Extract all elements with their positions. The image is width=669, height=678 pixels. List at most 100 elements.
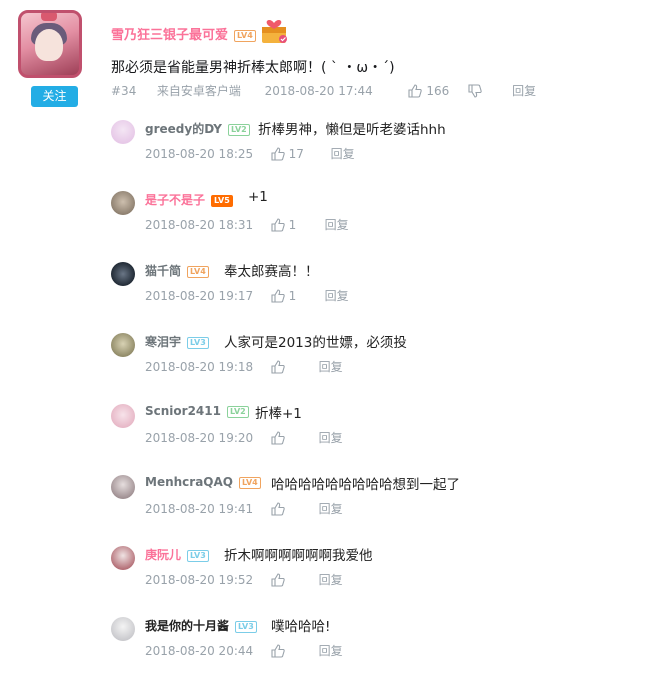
reply-time: 2018-08-20 19:52 — [145, 572, 254, 587]
reply-username-row: 是子不是子 LV5 — [145, 191, 233, 208]
client-source: 来自安卓客户端 — [156, 84, 241, 98]
reply-item: 庚阮儿 LV3 折木啊啊啊啊啊啊我爱他 2018-08-20 19:52 回复 — [111, 546, 651, 606]
reply-username[interactable]: 是子不是子 — [145, 193, 205, 207]
reply-link[interactable]: 回复 — [331, 145, 355, 162]
reply-meta: 2018-08-20 18:25 17 回复 — [145, 145, 355, 162]
reply-meta: 2018-08-20 19:20 回复 — [145, 429, 343, 446]
reply-text: 折棒男神，懒但是听老婆话hhh — [258, 122, 446, 138]
reply-username[interactable]: 寒泪宇 — [145, 335, 181, 349]
reply-avatar[interactable] — [111, 120, 135, 144]
reply-avatar[interactable] — [111, 475, 135, 499]
level-badge: LV3 — [187, 336, 209, 349]
level-badge: LV2 — [226, 405, 249, 418]
reply-text: 人家可是2013的世嫖，必须投 — [224, 335, 407, 351]
reply-username-row: MenhcraQAQ LV4 — [145, 475, 261, 489]
avatar-frame-decoration — [41, 13, 57, 21]
reply-text: 噗哈哈哈! — [271, 619, 331, 635]
reply-text: 奉太郎赛高！！ — [224, 264, 319, 280]
like-count: 1 — [288, 217, 297, 232]
like-button[interactable]: 1 — [271, 288, 321, 303]
level-badge: LV2 — [227, 123, 250, 136]
reply-link[interactable]: 回复 — [319, 500, 343, 517]
gift-icon — [262, 19, 287, 43]
reply-meta: 2018-08-20 19:18 回复 — [145, 358, 343, 375]
reply-item: 猫千简 LV4 奉太郎赛高！！ 2018-08-20 19:17 1 回复 — [111, 262, 651, 322]
level-badge: LV4 — [234, 29, 256, 42]
reply-username[interactable]: 猫千简 — [145, 264, 181, 278]
reply-text: +1 — [248, 189, 268, 205]
level-badge: LV5 — [211, 194, 233, 207]
like-button[interactable] — [271, 643, 315, 658]
reply-item: greedy的DY LV2 折棒男神，懒但是听老婆话hhh 2018-08-20 … — [111, 120, 651, 180]
like-button[interactable] — [271, 501, 315, 516]
reply-link[interactable]: 回复 — [319, 571, 343, 588]
reply-time: 2018-08-20 18:25 — [145, 146, 254, 161]
reply-meta: 2018-08-20 20:44 回复 — [145, 642, 343, 659]
like-button[interactable]: 1 — [271, 217, 321, 232]
reply-text: 折棒+1 — [255, 406, 302, 422]
reply-username-row: 我是你的十月酱 LV3 — [145, 617, 257, 634]
dislike-button[interactable] — [468, 83, 508, 98]
like-button[interactable] — [271, 430, 315, 445]
reply-time: 2018-08-20 19:18 — [145, 359, 254, 374]
main-username[interactable]: 雪乃狂三银子最可爱 — [111, 28, 228, 43]
reply-username-row: 庚阮儿 LV3 — [145, 546, 209, 563]
reply-avatar[interactable] — [111, 262, 135, 286]
thumb-up-icon — [271, 360, 285, 374]
level-badge: LV3 — [235, 620, 257, 633]
reply-username-row: 寒泪宇 LV3 — [145, 333, 209, 350]
reply-meta: 2018-08-20 19:17 1 回复 — [145, 287, 349, 304]
reply-link[interactable]: 回复 — [512, 82, 536, 99]
reply-username[interactable]: 庚阮儿 — [145, 548, 181, 562]
reply-item: 是子不是子 LV5 +1 2018-08-20 18:31 1 回复 — [111, 189, 651, 251]
reply-link[interactable]: 回复 — [319, 429, 343, 446]
like-button[interactable] — [271, 359, 315, 374]
floor-number: #34 — [111, 83, 137, 98]
reply-time: 2018-08-20 19:41 — [145, 501, 254, 516]
thumb-down-icon — [468, 84, 483, 98]
reply-username[interactable]: 我是你的十月酱 — [145, 619, 229, 633]
reply-text: 折木啊啊啊啊啊啊我爱他 — [224, 548, 373, 564]
avatar-face — [35, 29, 63, 61]
thumb-up-icon — [408, 84, 423, 98]
like-button[interactable] — [271, 572, 315, 587]
level-badge: LV4 — [238, 476, 261, 489]
like-count: 1 — [288, 288, 297, 303]
thumb-up-icon — [271, 644, 285, 658]
reply-username[interactable]: greedy的DY — [145, 122, 222, 136]
reply-link[interactable]: 回复 — [319, 642, 343, 659]
like-button[interactable]: 166 — [408, 83, 464, 98]
reply-time: 2018-08-20 20:44 — [145, 643, 254, 658]
reply-time: 2018-08-20 19:20 — [145, 430, 254, 445]
level-badge: LV3 — [187, 549, 209, 562]
main-avatar[interactable] — [18, 10, 82, 78]
reply-avatar[interactable] — [111, 333, 135, 357]
reply-avatar[interactable] — [111, 404, 135, 428]
reply-link[interactable]: 回复 — [325, 287, 349, 304]
like-button[interactable]: 17 — [271, 146, 327, 161]
reply-avatar[interactable] — [111, 546, 135, 570]
reply-link[interactable]: 回复 — [325, 216, 349, 233]
reply-item: MenhcraQAQ LV4 哈哈哈哈哈哈哈哈哈想到一起了 2018-08-20 … — [111, 475, 651, 535]
reply-time: 2018-08-20 19:17 — [145, 288, 254, 303]
reply-avatar[interactable] — [111, 191, 135, 215]
reply-link[interactable]: 回复 — [319, 358, 343, 375]
reply-username-row: Scnior2411 LV2 — [145, 404, 249, 418]
reply-username[interactable]: Scnior2411 — [145, 404, 221, 418]
follow-button[interactable]: 关注 — [31, 86, 78, 107]
reply-username[interactable]: MenhcraQAQ — [145, 475, 233, 489]
reply-username-row: greedy的DY LV2 — [145, 120, 250, 137]
level-badge: LV4 — [187, 265, 209, 278]
reply-username-row: 猫千简 LV4 — [145, 262, 209, 279]
reply-meta: 2018-08-20 18:31 1 回复 — [145, 216, 349, 233]
reply-item: 寒泪宇 LV3 人家可是2013的世嫖，必须投 2018-08-20 19:18 … — [111, 333, 651, 393]
like-count: 166 — [426, 83, 450, 98]
like-count: 17 — [288, 146, 304, 161]
thumb-up-icon — [271, 431, 285, 445]
thumb-up-icon — [271, 573, 285, 587]
reply-avatar[interactable] — [111, 617, 135, 641]
reply-item: 我是你的十月酱 LV3 噗哈哈哈! 2018-08-20 20:44 回复 — [111, 617, 651, 677]
reply-meta: 2018-08-20 19:41 回复 — [145, 500, 343, 517]
reply-meta: 2018-08-20 19:52 回复 — [145, 571, 343, 588]
main-comment-meta: #34 来自安卓客户端 2018-08-20 17:44 166 回复 — [111, 82, 536, 99]
